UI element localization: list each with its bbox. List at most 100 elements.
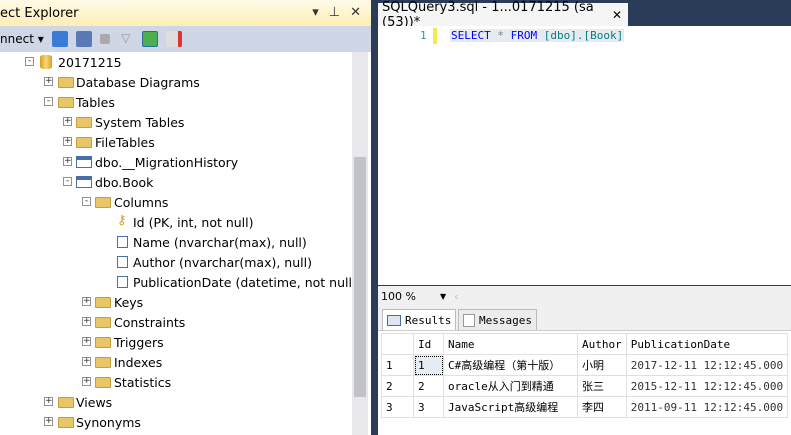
stop-icon[interactable] [99,34,110,44]
tree-node[interactable]: + FileTables [0,132,352,152]
table-row[interactable]: 2 2 oracle从入门到精通 张三 2015-12-11 12:12:45.000 [381,375,789,397]
zoom-bar: 100 % ▼ ‹ [378,286,791,306]
sql-editor[interactable]: 1 SELECT * FROM [dbo].[Book] [378,26,791,285]
tree-node-label: dbo.__MigrationHistory [95,154,239,170]
tab-messages[interactable]: Messages [458,309,537,330]
expand-icon[interactable]: + [63,117,72,126]
folder-icon [58,97,74,108]
tree-node[interactable]: - Columns [0,192,352,212]
tab-results[interactable]: Results [382,309,457,330]
table-cell[interactable]: 2017-12-11 12:12:45.000 [625,354,789,376]
row-number[interactable]: 2 [381,375,414,397]
tree-node[interactable]: + Constraints [0,312,352,332]
table-cell[interactable]: 2015-12-11 12:12:45.000 [625,375,789,397]
tree-node-label: 20171215 [58,54,122,70]
table-cell[interactable]: 张三 [577,375,627,397]
tree-node[interactable]: + Statistics [0,372,352,392]
tree-node-label: FileTables [95,134,155,150]
folder-icon [76,117,92,128]
panel-title: ect Explorer [0,5,79,21]
collapse-icon[interactable]: - [44,97,53,106]
close-icon[interactable]: ✕ [350,5,361,20]
tree-node[interactable]: + Database Diagrams [0,72,352,92]
tree-node-label: Constraints [114,314,186,330]
table-cell[interactable]: 2011-09-11 12:12:45.000 [625,396,789,418]
refresh-icon[interactable] [141,31,158,47]
tab-sqlquery3[interactable]: SQLQuery3.sql - 1...0171215 (sa (53))* ✕ [378,0,628,30]
table-cell[interactable]: JavaScript高级编程 [443,396,578,418]
tree-scrollbar[interactable] [352,52,368,435]
tree-node-label: Triggers [114,334,164,350]
tree-node[interactable]: + dbo.__MigrationHistory [0,152,352,172]
table-row[interactable]: 1 1 C#高级编程（第十版） 小明 2017-12-11 12:12:45.000 [381,354,789,376]
column-header[interactable] [381,333,414,355]
tree-node[interactable]: + Indexes [0,352,352,372]
table-row[interactable]: 3 3 JavaScript高级编程 李四 2011-09-11 12:12:45.00… [381,396,789,418]
column-header[interactable]: PublicationDate [625,333,789,355]
object-explorer-panel: ect Explorer ▾ ⊥ ✕ nnect ▾ ▽ - 20171215 + Dat… [0,0,371,435]
results-grid: Id Name Author PublicationDate 1 1 C#高级编程（第十版）… [378,330,791,435]
collapse-icon[interactable]: - [63,177,72,186]
column-header[interactable]: Id [413,333,444,355]
table-cell[interactable]: C#高级编程（第十版） [443,354,578,376]
connect-button[interactable]: nnect ▾ [0,32,44,46]
tree-node-label: Indexes [114,354,163,370]
table-cell[interactable]: 2 [413,375,444,397]
pin-icon[interactable]: ⊥ [329,5,340,20]
connect-icon[interactable] [51,31,68,47]
table-cell[interactable]: oracle从入门到精通 [443,375,578,397]
tree-node[interactable]: + Keys [0,292,352,312]
folder-icon [95,357,111,368]
column-header[interactable]: Name [443,333,578,355]
object-explorer-title-bar: ect Explorer ▾ ⊥ ✕ [0,0,371,26]
table-icon [76,176,92,188]
tree-node-label: Columns [114,194,169,210]
disconnect-icon[interactable] [75,31,92,47]
expand-icon[interactable]: + [82,377,91,386]
tree-node[interactable]: PublicationDate (datetime, not null) [0,272,357,292]
row-number[interactable]: 1 [381,354,414,376]
expand-icon[interactable]: + [44,417,53,426]
expand-icon[interactable]: + [44,77,53,86]
tree-node-label: Synonyms [76,414,141,430]
row-number[interactable]: 3 [381,396,414,418]
tree-node[interactable]: - dbo.Book [0,172,352,192]
tree-node[interactable]: Author (nvarchar(max), null) [0,252,352,272]
tree-node[interactable]: + System Tables [0,112,352,132]
collapse-icon[interactable]: - [25,57,34,66]
tree-node[interactable]: + Views [0,392,352,412]
header-row: Id Name Author PublicationDate [381,333,789,355]
table-cell[interactable]: 3 [413,396,444,418]
tree-node-label: dbo.Book [95,174,154,190]
table-cell[interactable]: 小明 [577,354,627,376]
filter-icon[interactable]: ▽ [118,31,134,47]
sql-code[interactable]: SELECT * FROM [dbo].[Book] [450,29,625,42]
chevron-down-icon[interactable]: ▼ [440,292,446,301]
tree-node[interactable]: + Triggers [0,332,352,352]
expand-icon[interactable]: + [44,397,53,406]
db-icon [40,55,52,69]
dropdown-icon[interactable]: ▾ [312,5,319,20]
tree-node[interactable]: ⚷ Id (PK, int, not null) [0,212,352,232]
expand-icon[interactable]: + [63,157,72,166]
expand-icon[interactable]: + [82,317,91,326]
zoom-select[interactable]: 100 % [381,290,416,303]
scroll-left-icon[interactable]: ‹ [454,290,458,303]
tree-node-label: Statistics [114,374,172,390]
table-cell[interactable]: 1 [413,354,444,376]
object-explorer-tree: - 20171215 + Database Diagrams - Tables + Syste… [0,52,357,435]
activity-monitor-icon[interactable] [165,31,182,47]
close-tab-icon[interactable]: ✕ [612,8,622,22]
tree-node[interactable]: - Tables [0,92,352,112]
expand-icon[interactable]: + [82,297,91,306]
column-header[interactable]: Author [577,333,627,355]
scrollbar-thumb[interactable] [354,157,366,397]
table-cell[interactable]: 李四 [577,396,627,418]
expand-icon[interactable]: + [63,137,72,146]
tree-node[interactable]: - 20171215 [0,52,352,72]
tree-node[interactable]: Name (nvarchar(max), null) [0,232,352,252]
expand-icon[interactable]: + [82,337,91,346]
collapse-icon[interactable]: - [82,197,91,206]
tree-node[interactable]: + Synonyms [0,412,352,432]
expand-icon[interactable]: + [82,357,91,366]
